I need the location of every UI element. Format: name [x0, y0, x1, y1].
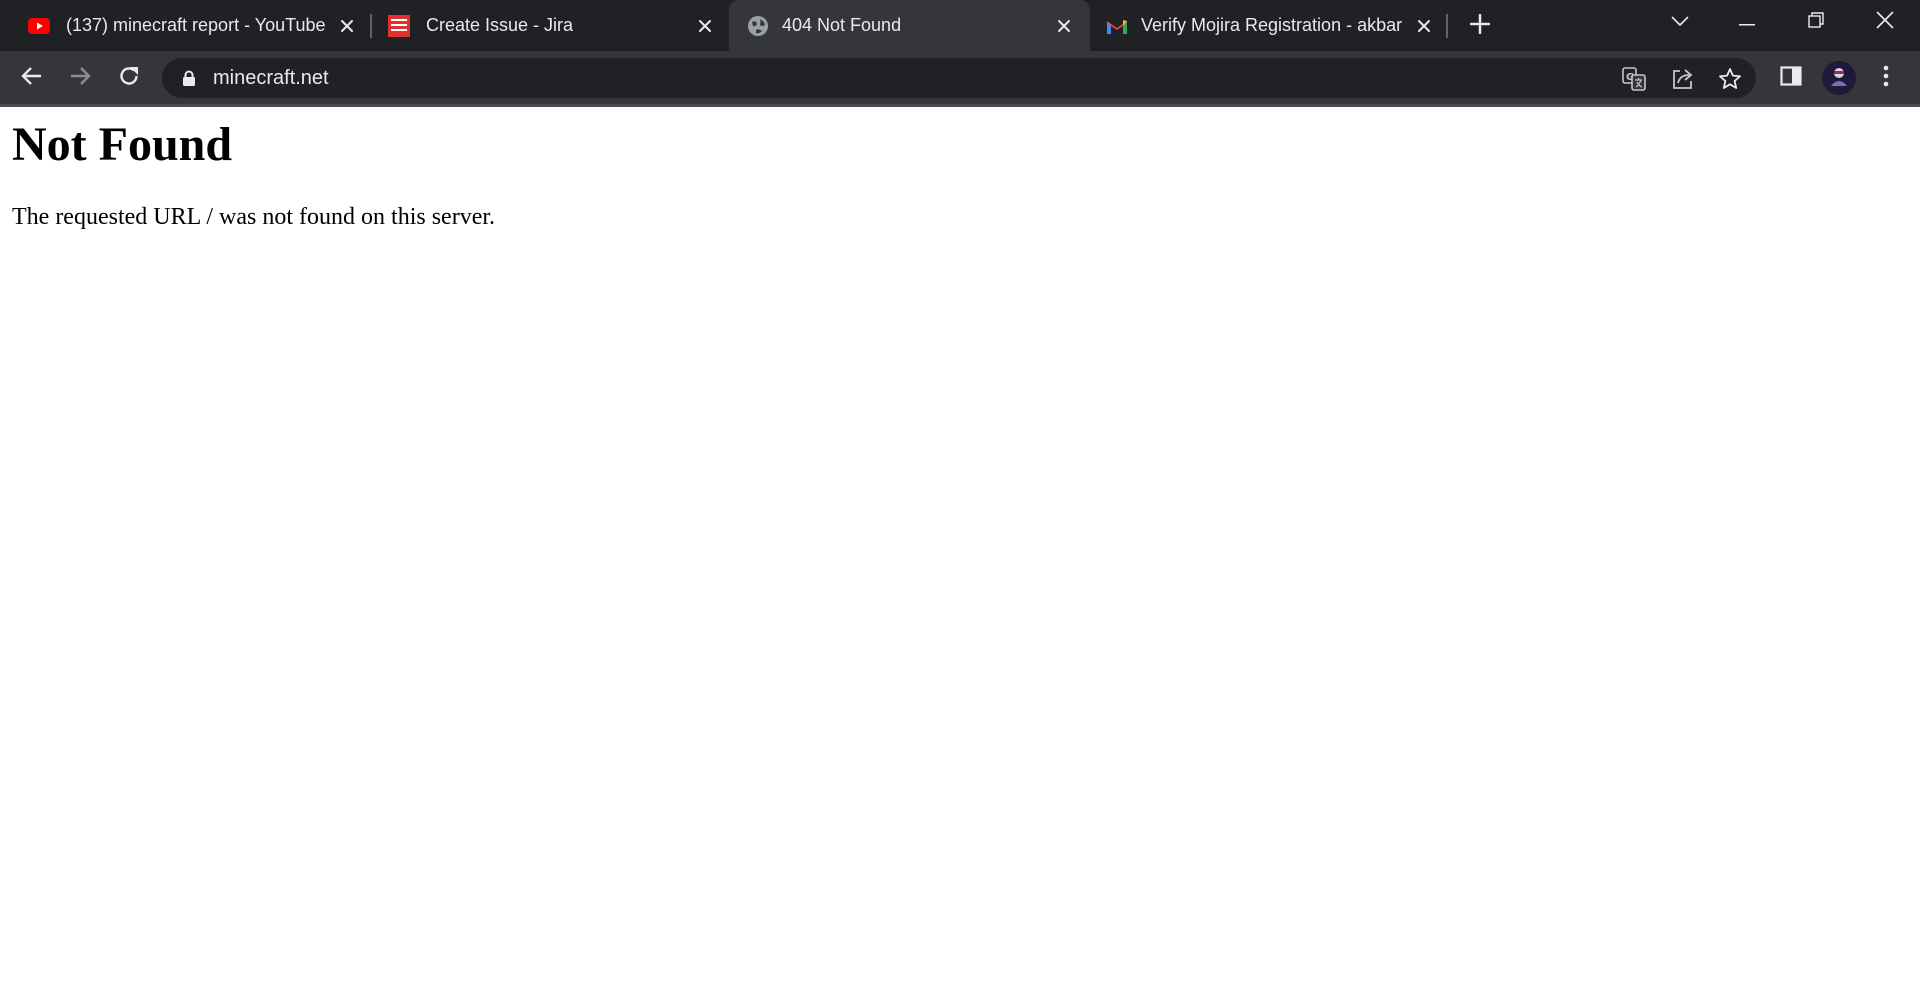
- tab-search-button[interactable]: [1666, 10, 1694, 34]
- share-icon[interactable]: [1670, 66, 1696, 92]
- avatar-icon: [1828, 65, 1850, 92]
- youtube-icon: [28, 15, 50, 37]
- address-bar[interactable]: minecraft.net G: [162, 58, 1756, 98]
- restore-button[interactable]: [1793, 8, 1839, 36]
- kebab-menu-icon: [1883, 65, 1889, 92]
- gmail-icon: [1106, 15, 1128, 37]
- error-message: The requested URL / was not found on thi…: [12, 204, 496, 230]
- arrow-left-icon: [21, 65, 43, 92]
- page-content: Not Found The requested URL / was not fo…: [0, 107, 1920, 1008]
- tab-title: (137) minecraft report - YouTube: [66, 15, 326, 35]
- chevron-down-icon: [1671, 13, 1689, 31]
- tab-title: Verify Mojira Registration - akbar: [1141, 15, 1403, 35]
- back-button[interactable]: [16, 62, 48, 94]
- close-tab-icon[interactable]: [1413, 15, 1435, 37]
- star-icon[interactable]: [1717, 66, 1743, 92]
- page-heading: Not Found: [12, 118, 233, 171]
- close-window-button[interactable]: [1862, 8, 1908, 36]
- close-tab-icon[interactable]: [336, 15, 358, 37]
- side-panel-button[interactable]: [1775, 62, 1807, 94]
- globe-icon: [747, 15, 769, 37]
- tab-title: 404 Not Found: [782, 15, 902, 35]
- tab-jira[interactable]: Create Issue - Jira: [360, 0, 728, 51]
- toolbar: minecraft.net G: [0, 51, 1920, 104]
- mojira-icon: [388, 15, 410, 37]
- close-icon: [1876, 10, 1894, 34]
- tab-separator: [1446, 14, 1448, 38]
- tab-404-not-found[interactable]: 404 Not Found: [729, 0, 1090, 51]
- translate-icon[interactable]: G: [1621, 66, 1647, 92]
- tab-title: Create Issue - Jira: [426, 15, 574, 35]
- restore-icon: [1808, 11, 1824, 33]
- reload-icon: [118, 65, 140, 92]
- close-tab-icon[interactable]: [694, 15, 716, 37]
- side-panel-icon: [1780, 65, 1802, 91]
- chrome-menu-button[interactable]: [1870, 62, 1902, 94]
- lock-icon[interactable]: [180, 69, 198, 87]
- tab-strip: (137) minecraft report - YouTube Create …: [0, 0, 1920, 51]
- plus-icon: [1469, 13, 1491, 39]
- close-tab-icon[interactable]: [1053, 15, 1075, 37]
- tab-gmail[interactable]: Verify Mojira Registration - akbar: [1090, 0, 1446, 51]
- minimize-button[interactable]: [1724, 8, 1770, 36]
- forward-button[interactable]: [64, 62, 96, 94]
- reload-button[interactable]: [113, 62, 145, 94]
- new-tab-button[interactable]: [1466, 12, 1494, 40]
- minimize-icon: [1739, 13, 1755, 31]
- tab-youtube[interactable]: (137) minecraft report - YouTube: [0, 0, 368, 51]
- url-text[interactable]: minecraft.net: [213, 67, 329, 89]
- profile-avatar[interactable]: [1822, 61, 1856, 95]
- arrow-right-icon: [69, 65, 91, 92]
